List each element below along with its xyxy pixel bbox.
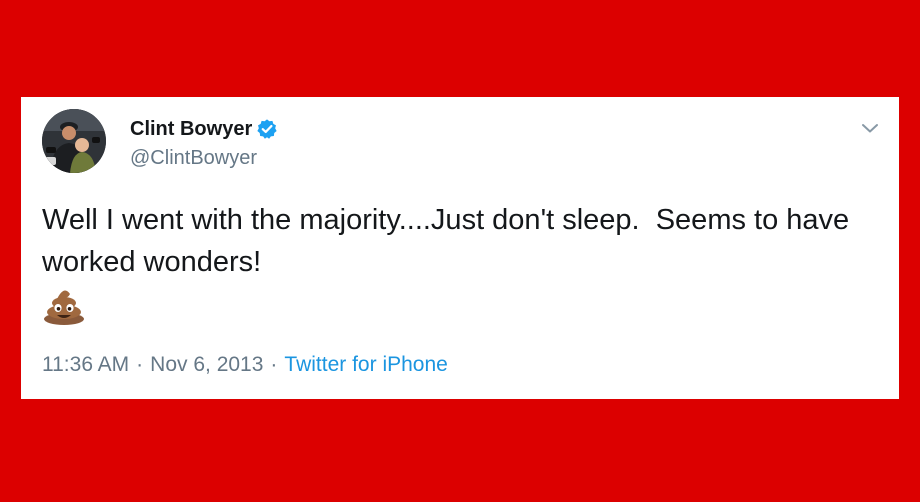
avatar-photo (42, 109, 106, 173)
display-name[interactable]: Clint Bowyer (130, 117, 252, 141)
author-name-row[interactable]: Clint Bowyer (130, 117, 278, 141)
tweet-text: Well I went with the majority....Just do… (42, 204, 858, 278)
chevron-down-icon[interactable] (859, 117, 881, 139)
tweet-meta: 11:36 AM · Nov 6, 2013 · Twitter for iPh… (42, 351, 448, 379)
tweet-time[interactable]: 11:36 AM (42, 351, 129, 379)
tweet-source-link[interactable]: Twitter for iPhone (284, 351, 447, 379)
verified-badge-icon (256, 118, 278, 140)
meta-separator: · (270, 353, 278, 376)
pile-of-poo-emoji (43, 285, 85, 325)
tweet-date[interactable]: Nov 6, 2013 (150, 351, 263, 379)
meta-separator: · (136, 353, 144, 376)
tweet-card: Clint Bowyer @ClintBowyer Well I went wi… (21, 97, 899, 399)
avatar[interactable] (42, 109, 106, 173)
user-handle[interactable]: @ClintBowyer (130, 146, 257, 170)
